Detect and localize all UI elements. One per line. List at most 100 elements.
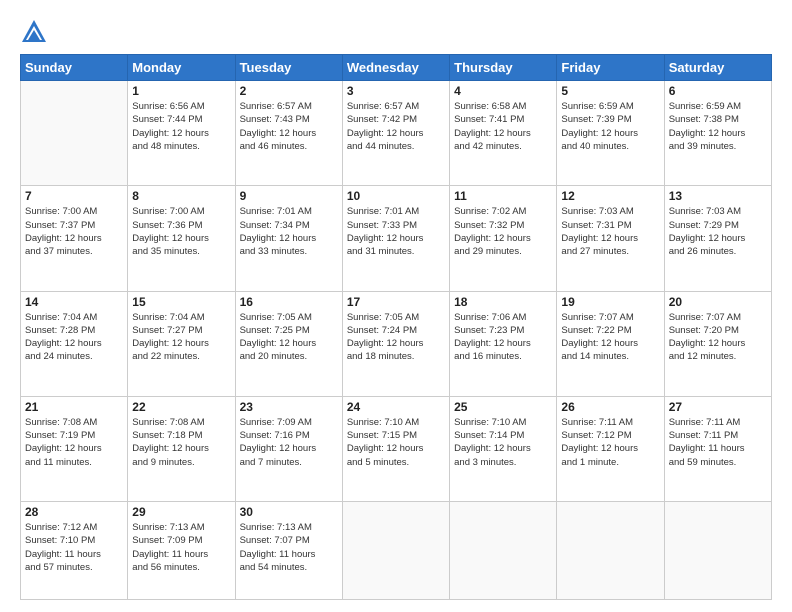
header xyxy=(20,18,772,46)
table-row: 15 Sunrise: 7:04 AM Sunset: 7:27 PM Dayli… xyxy=(128,291,235,396)
day-info: Sunrise: 7:11 AM Sunset: 7:11 PM Dayligh… xyxy=(669,416,767,469)
table-row: 11 Sunrise: 7:02 AM Sunset: 7:32 PM Dayli… xyxy=(450,186,557,291)
day-number: 1 xyxy=(132,84,230,98)
day-info: Sunrise: 7:06 AM Sunset: 7:23 PM Dayligh… xyxy=(454,311,552,364)
table-row: 13 Sunrise: 7:03 AM Sunset: 7:29 PM Dayli… xyxy=(664,186,771,291)
table-row: 22 Sunrise: 7:08 AM Sunset: 7:18 PM Dayli… xyxy=(128,396,235,501)
day-info: Sunrise: 7:11 AM Sunset: 7:12 PM Dayligh… xyxy=(561,416,659,469)
calendar-week-row: 14 Sunrise: 7:04 AM Sunset: 7:28 PM Dayli… xyxy=(21,291,772,396)
table-row: 19 Sunrise: 7:07 AM Sunset: 7:22 PM Dayli… xyxy=(557,291,664,396)
day-info: Sunrise: 7:13 AM Sunset: 7:07 PM Dayligh… xyxy=(240,521,338,574)
header-friday: Friday xyxy=(557,55,664,81)
day-info: Sunrise: 7:10 AM Sunset: 7:15 PM Dayligh… xyxy=(347,416,445,469)
day-info: Sunrise: 7:00 AM Sunset: 7:36 PM Dayligh… xyxy=(132,205,230,258)
table-row: 14 Sunrise: 7:04 AM Sunset: 7:28 PM Dayli… xyxy=(21,291,128,396)
header-saturday: Saturday xyxy=(664,55,771,81)
table-row: 7 Sunrise: 7:00 AM Sunset: 7:37 PM Daylig… xyxy=(21,186,128,291)
logo-icon xyxy=(20,18,48,46)
table-row: 10Sunrise: 7:01 AM Sunset: 7:33 PM Dayli… xyxy=(342,186,449,291)
table-row: 30Sunrise: 7:13 AM Sunset: 7:07 PM Dayli… xyxy=(235,502,342,600)
table-row: 4Sunrise: 6:58 AM Sunset: 7:41 PM Daylig… xyxy=(450,81,557,186)
table-row: 18Sunrise: 7:06 AM Sunset: 7:23 PM Dayli… xyxy=(450,291,557,396)
table-row: 24Sunrise: 7:10 AM Sunset: 7:15 PM Dayli… xyxy=(342,396,449,501)
logo xyxy=(20,18,52,46)
table-row: 26 Sunrise: 7:11 AM Sunset: 7:12 PM Dayli… xyxy=(557,396,664,501)
day-number: 13 xyxy=(669,189,767,203)
page: Sunday Monday Tuesday Wednesday Thursday… xyxy=(0,0,792,612)
table-row: 27Sunrise: 7:11 AM Sunset: 7:11 PM Dayli… xyxy=(664,396,771,501)
table-row xyxy=(21,81,128,186)
header-tuesday: Tuesday xyxy=(235,55,342,81)
table-row xyxy=(450,502,557,600)
day-info: Sunrise: 7:04 AM Sunset: 7:27 PM Dayligh… xyxy=(132,311,230,364)
day-number: 20 xyxy=(669,295,767,309)
calendar-week-row: 1 Sunrise: 6:56 AM Sunset: 7:44 PM Daylig… xyxy=(21,81,772,186)
day-info: Sunrise: 7:01 AM Sunset: 7:33 PM Dayligh… xyxy=(347,205,445,258)
day-info: Sunrise: 7:05 AM Sunset: 7:24 PM Dayligh… xyxy=(347,311,445,364)
table-row: 23Sunrise: 7:09 AM Sunset: 7:16 PM Dayli… xyxy=(235,396,342,501)
calendar-header-row: Sunday Monday Tuesday Wednesday Thursday… xyxy=(21,55,772,81)
day-info: Sunrise: 6:59 AM Sunset: 7:38 PM Dayligh… xyxy=(669,100,767,153)
day-number: 19 xyxy=(561,295,659,309)
header-sunday: Sunday xyxy=(21,55,128,81)
day-number: 7 xyxy=(25,189,123,203)
day-info: Sunrise: 7:00 AM Sunset: 7:37 PM Dayligh… xyxy=(25,205,123,258)
day-info: Sunrise: 7:05 AM Sunset: 7:25 PM Dayligh… xyxy=(240,311,338,364)
day-number: 16 xyxy=(240,295,338,309)
table-row xyxy=(557,502,664,600)
table-row: 20 Sunrise: 7:07 AM Sunset: 7:20 PM Dayli… xyxy=(664,291,771,396)
day-info: Sunrise: 7:02 AM Sunset: 7:32 PM Dayligh… xyxy=(454,205,552,258)
day-number: 9 xyxy=(240,189,338,203)
table-row: 16 Sunrise: 7:05 AM Sunset: 7:25 PM Dayli… xyxy=(235,291,342,396)
table-row: 12 Sunrise: 7:03 AM Sunset: 7:31 PM Dayli… xyxy=(557,186,664,291)
day-info: Sunrise: 7:07 AM Sunset: 7:20 PM Dayligh… xyxy=(669,311,767,364)
day-number: 17 xyxy=(347,295,445,309)
table-row: 8 Sunrise: 7:00 AM Sunset: 7:36 PM Daylig… xyxy=(128,186,235,291)
day-number: 21 xyxy=(25,400,123,414)
day-number: 25 xyxy=(454,400,552,414)
day-number: 23 xyxy=(240,400,338,414)
day-info: Sunrise: 7:10 AM Sunset: 7:14 PM Dayligh… xyxy=(454,416,552,469)
day-info: Sunrise: 7:08 AM Sunset: 7:19 PM Dayligh… xyxy=(25,416,123,469)
calendar-table: Sunday Monday Tuesday Wednesday Thursday… xyxy=(20,54,772,600)
day-number: 11 xyxy=(454,189,552,203)
calendar-week-row: 28 Sunrise: 7:12 AM Sunset: 7:10 PM Dayli… xyxy=(21,502,772,600)
day-number: 14 xyxy=(25,295,123,309)
day-number: 2 xyxy=(240,84,338,98)
day-info: Sunrise: 6:56 AM Sunset: 7:44 PM Dayligh… xyxy=(132,100,230,153)
day-info: Sunrise: 6:57 AM Sunset: 7:42 PM Dayligh… xyxy=(347,100,445,153)
day-info: Sunrise: 7:03 AM Sunset: 7:31 PM Dayligh… xyxy=(561,205,659,258)
day-info: Sunrise: 7:03 AM Sunset: 7:29 PM Dayligh… xyxy=(669,205,767,258)
day-number: 15 xyxy=(132,295,230,309)
day-number: 5 xyxy=(561,84,659,98)
table-row: 2Sunrise: 6:57 AM Sunset: 7:43 PM Daylig… xyxy=(235,81,342,186)
header-monday: Monday xyxy=(128,55,235,81)
calendar-week-row: 21 Sunrise: 7:08 AM Sunset: 7:19 PM Dayli… xyxy=(21,396,772,501)
day-number: 12 xyxy=(561,189,659,203)
day-info: Sunrise: 7:07 AM Sunset: 7:22 PM Dayligh… xyxy=(561,311,659,364)
day-number: 28 xyxy=(25,505,123,519)
day-number: 4 xyxy=(454,84,552,98)
table-row: 3 Sunrise: 6:57 AM Sunset: 7:42 PM Daylig… xyxy=(342,81,449,186)
header-thursday: Thursday xyxy=(450,55,557,81)
day-number: 22 xyxy=(132,400,230,414)
table-row: 9 Sunrise: 7:01 AM Sunset: 7:34 PM Daylig… xyxy=(235,186,342,291)
day-info: Sunrise: 7:12 AM Sunset: 7:10 PM Dayligh… xyxy=(25,521,123,574)
day-info: Sunrise: 7:04 AM Sunset: 7:28 PM Dayligh… xyxy=(25,311,123,364)
day-number: 29 xyxy=(132,505,230,519)
day-info: Sunrise: 7:01 AM Sunset: 7:34 PM Dayligh… xyxy=(240,205,338,258)
day-info: Sunrise: 7:08 AM Sunset: 7:18 PM Dayligh… xyxy=(132,416,230,469)
calendar-week-row: 7 Sunrise: 7:00 AM Sunset: 7:37 PM Daylig… xyxy=(21,186,772,291)
day-info: Sunrise: 6:59 AM Sunset: 7:39 PM Dayligh… xyxy=(561,100,659,153)
table-row: 29Sunrise: 7:13 AM Sunset: 7:09 PM Dayli… xyxy=(128,502,235,600)
table-row: 21 Sunrise: 7:08 AM Sunset: 7:19 PM Dayli… xyxy=(21,396,128,501)
table-row xyxy=(342,502,449,600)
day-number: 6 xyxy=(669,84,767,98)
day-number: 8 xyxy=(132,189,230,203)
table-row: 25 Sunrise: 7:10 AM Sunset: 7:14 PM Dayli… xyxy=(450,396,557,501)
day-number: 26 xyxy=(561,400,659,414)
table-row: 17 Sunrise: 7:05 AM Sunset: 7:24 PM Dayli… xyxy=(342,291,449,396)
table-row xyxy=(664,502,771,600)
day-number: 3 xyxy=(347,84,445,98)
table-row: 5 Sunrise: 6:59 AM Sunset: 7:39 PM Daylig… xyxy=(557,81,664,186)
